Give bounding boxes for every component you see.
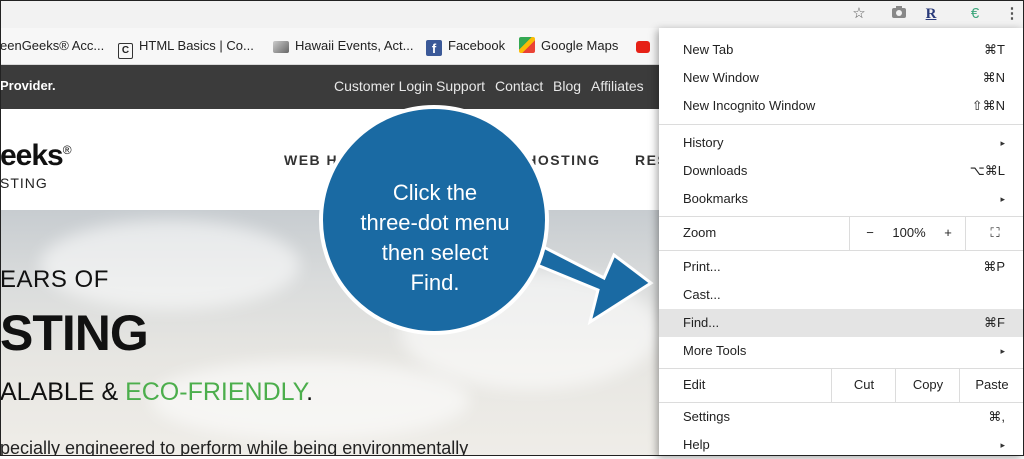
callout-line: Find. xyxy=(410,270,460,295)
affiliates-link[interactable]: Affiliates xyxy=(591,78,644,94)
submenu-arrow-icon: ▸ xyxy=(1000,346,1005,356)
blog-link[interactable]: Blog xyxy=(553,78,581,94)
hero-heading-large: STING xyxy=(0,305,149,361)
menu-row-zoom: Zoom − 100% + ⛶ xyxy=(659,216,1023,250)
menu-label: History xyxy=(683,135,724,150)
chrome-main-menu: New Tab ⌘T New Window ⌘N New Incognito Win… xyxy=(659,28,1023,456)
menu-shortcut: ⌘F xyxy=(984,315,1005,330)
menu-item-more-tools[interactable]: More Tools ▸ xyxy=(659,337,1023,365)
zoom-level: 100% xyxy=(892,225,926,240)
menu-item-bookmarks[interactable]: Bookmarks ▸ xyxy=(659,185,1023,213)
menu-label: New Window xyxy=(683,70,759,85)
bookmark-label: eenGeeks® Acc... xyxy=(0,38,105,53)
hero-description: pecially engineered to perform while bei… xyxy=(0,438,469,456)
menu-separator xyxy=(659,250,1023,251)
support-link[interactable]: Support xyxy=(436,78,485,94)
menu-shortcut: ⌘N xyxy=(982,70,1005,85)
google-maps-icon xyxy=(519,37,535,53)
menu-label: More Tools xyxy=(683,343,747,358)
submenu-arrow-icon: ▸ xyxy=(1000,440,1005,450)
menu-shortcut: ⌘T xyxy=(984,42,1005,57)
extension-r-icon[interactable]: R xyxy=(922,5,940,23)
menu-shortcut: ⇧⌘N xyxy=(971,98,1005,113)
facebook-icon: f xyxy=(426,40,442,56)
extension-e-icon[interactable]: € xyxy=(966,5,984,23)
contact-link[interactable]: Contact xyxy=(495,78,543,94)
menu-separator xyxy=(659,124,1023,125)
paste-button[interactable]: Paste xyxy=(959,368,1024,402)
bookmark-label: Facebook xyxy=(448,38,506,53)
menu-item-downloads[interactable]: Downloads ⌥⌘L xyxy=(659,157,1023,185)
menu-label: Bookmarks xyxy=(683,191,749,206)
bookmark-html-basics[interactable]: C HTML Basics | Co... xyxy=(118,37,254,59)
logo-subtitle: STING xyxy=(0,175,48,191)
zoom-out-button[interactable]: − xyxy=(849,216,890,250)
youtube-icon xyxy=(636,41,650,53)
menu-shortcut: ⌘P xyxy=(983,259,1005,274)
customer-login-link[interactable]: Customer Login xyxy=(334,78,433,94)
bookmark-hawaii-events[interactable]: Hawaii Events, Act... xyxy=(273,37,414,55)
menu-label: Print... xyxy=(683,259,721,274)
hawaii-icon xyxy=(273,41,289,53)
menu-item-history[interactable]: History ▸ xyxy=(659,129,1023,157)
menu-label: Zoom xyxy=(683,225,717,240)
three-dot-menu-icon[interactable]: ⋮ xyxy=(1003,5,1021,23)
menu-shortcut: ⌥⌘L xyxy=(969,163,1005,178)
menu-item-help[interactable]: Help ▸ xyxy=(659,431,1023,459)
menu-item-cast[interactable]: Cast... xyxy=(659,281,1023,309)
menu-item-print[interactable]: Print... ⌘P xyxy=(659,253,1023,281)
browser-toolbar: ☆ R € ⋮ xyxy=(0,0,1024,28)
bookmark-facebook[interactable]: f Facebook xyxy=(426,37,506,56)
menu-label: New Tab xyxy=(683,42,734,57)
camera-icon[interactable] xyxy=(890,5,908,23)
bookmark-greengeeks[interactable]: eenGeeks® Acc... xyxy=(0,37,104,55)
cloud xyxy=(40,220,300,310)
menu-label: Cast... xyxy=(683,287,721,302)
bookmark-google-maps[interactable]: Google Maps xyxy=(519,37,618,55)
hero-heading-small: EARS OF xyxy=(0,266,109,293)
callout-text: Click the three-dot menu then select Fin… xyxy=(335,178,535,298)
logo-registered: ® xyxy=(62,143,72,157)
callout-line: Click the xyxy=(392,180,478,205)
menu-row-edit: Edit Cut Copy Paste xyxy=(659,368,1023,402)
menu-shortcut: ⌘, xyxy=(988,409,1005,424)
logo-text: eeks xyxy=(0,139,64,172)
bookmark-star-icon[interactable]: ☆ xyxy=(850,5,868,23)
menu-item-new-tab[interactable]: New Tab ⌘T xyxy=(659,36,1023,64)
callout-line: three-dot menu xyxy=(360,210,510,235)
menu-label: New Incognito Window xyxy=(683,98,816,113)
zoom-in-button[interactable]: + xyxy=(931,216,965,250)
menu-label: Help xyxy=(683,437,710,452)
submenu-arrow-icon: ▸ xyxy=(1000,194,1005,204)
site-logo[interactable]: eeks® xyxy=(0,139,72,173)
nav-business-hosting[interactable]: S HOSTING xyxy=(510,152,601,168)
nav-web-hosting[interactable]: WEB HOS xyxy=(284,152,361,168)
menu-label: Settings xyxy=(683,409,730,424)
cut-button[interactable]: Cut xyxy=(831,368,896,402)
hero-subheading: ALABLE & ECO-FRIENDLY. xyxy=(0,378,313,407)
menu-item-new-incognito-window[interactable]: New Incognito Window ⇧⌘N xyxy=(659,92,1023,120)
menu-label: Edit xyxy=(683,377,706,392)
menu-label: Downloads xyxy=(683,163,748,178)
bookmark-label: Hawaii Events, Act... xyxy=(295,38,414,53)
bookmark-youtube[interactable] xyxy=(636,37,656,55)
submenu-arrow-icon: ▸ xyxy=(1000,138,1005,148)
callout-line: then select xyxy=(381,240,489,265)
codecademy-icon: C xyxy=(118,43,133,59)
menu-label: Find... xyxy=(683,315,720,330)
bookmark-label: Google Maps xyxy=(541,38,619,53)
fullscreen-icon[interactable]: ⛶ xyxy=(965,216,1024,250)
bookmark-label: HTML Basics | Co... xyxy=(139,38,254,53)
hero-subheading-green: ECO-FRIENDLY xyxy=(125,378,307,406)
hero-subheading-suffix: . xyxy=(306,378,314,406)
menu-item-find[interactable]: Find... ⌘F xyxy=(659,309,1023,337)
hero-subheading-prefix: ALABLE & xyxy=(0,378,126,406)
menu-item-new-window[interactable]: New Window ⌘N xyxy=(659,64,1023,92)
copy-button[interactable]: Copy xyxy=(895,368,960,402)
menu-item-settings[interactable]: Settings ⌘, xyxy=(659,403,1023,431)
site-tagline: Provider. xyxy=(0,78,56,93)
